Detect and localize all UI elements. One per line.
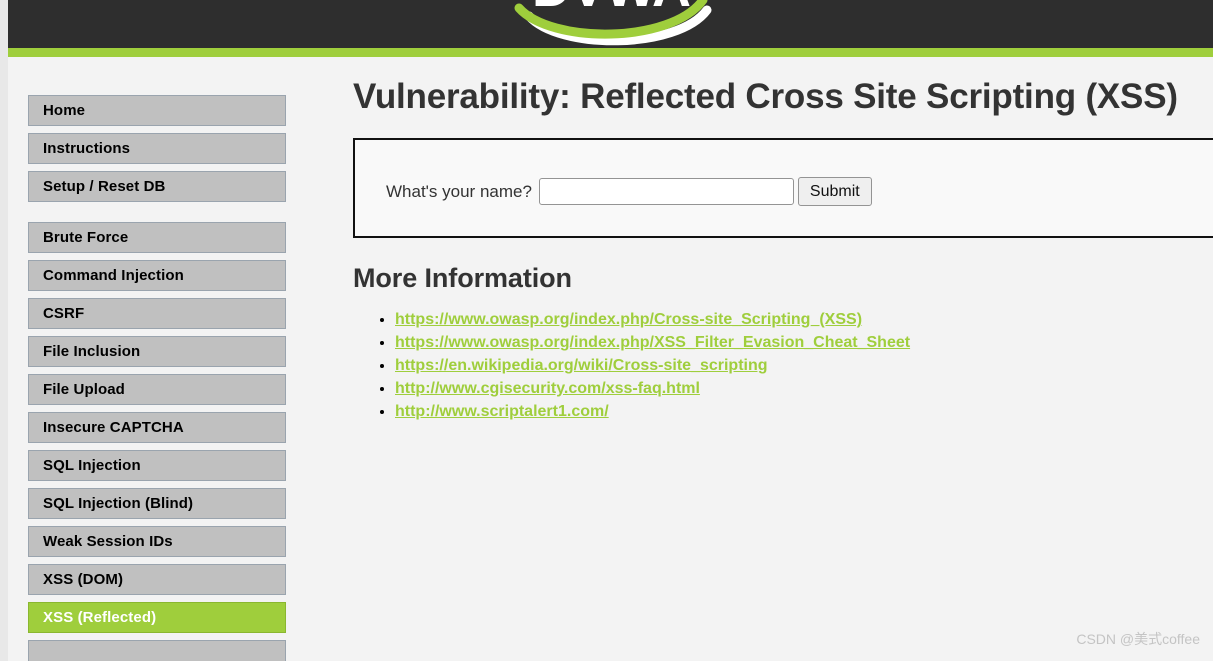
name-form-row: What's your name? Submit xyxy=(386,177,872,206)
sidebar-nav: Home Instructions Setup / Reset DB Brute… xyxy=(28,95,286,661)
page-root: DVWA Home Instructions Setup / Reset DB … xyxy=(0,0,1213,661)
info-link[interactable]: https://www.owasp.org/index.php/Cross-si… xyxy=(395,311,862,328)
list-item: https://www.owasp.org/index.php/Cross-si… xyxy=(395,311,1213,329)
sidebar-item-csrf[interactable]: CSRF xyxy=(28,298,286,329)
sidebar-item-sql-injection[interactable]: SQL Injection xyxy=(28,450,286,481)
sidebar-group-vulnerabilities: Brute Force Command Injection CSRF File … xyxy=(28,222,286,661)
more-information-links: https://www.owasp.org/index.php/Cross-si… xyxy=(353,311,1213,421)
more-information-heading: More Information xyxy=(353,263,572,293)
sidebar-item-brute-force[interactable]: Brute Force xyxy=(28,222,286,253)
sidebar-item-partial[interactable] xyxy=(28,640,286,661)
info-link[interactable]: http://www.cgisecurity.com/xss-faq.html xyxy=(395,380,700,397)
info-link[interactable]: https://en.wikipedia.org/wiki/Cross-site… xyxy=(395,357,768,374)
list-item: https://en.wikipedia.org/wiki/Cross-site… xyxy=(395,357,1213,375)
name-input[interactable] xyxy=(538,178,794,205)
info-link[interactable]: https://www.owasp.org/index.php/XSS_Filt… xyxy=(395,334,910,351)
sidebar-item-home[interactable]: Home xyxy=(28,95,286,126)
sidebar-item-xss-dom[interactable]: XSS (DOM) xyxy=(28,564,286,595)
info-link[interactable]: http://www.scriptalert1.com/ xyxy=(395,403,609,420)
accent-bar xyxy=(8,48,1213,57)
site-header: DVWA xyxy=(8,0,1213,48)
dvwa-logo: DVWA xyxy=(481,0,741,46)
sidebar-item-file-inclusion[interactable]: File Inclusion xyxy=(28,336,286,367)
sidebar-item-insecure-captcha[interactable]: Insecure CAPTCHA xyxy=(28,412,286,443)
sidebar-item-setup-reset-db[interactable]: Setup / Reset DB xyxy=(28,171,286,202)
page-title: Vulnerability: Reflected Cross Site Scri… xyxy=(353,77,1178,116)
name-field-label: What's your name? xyxy=(386,181,532,201)
sidebar-item-sql-injection-blind[interactable]: SQL Injection (Blind) xyxy=(28,488,286,519)
main-content: Vulnerability: Reflected Cross Site Scri… xyxy=(353,75,1213,426)
body-area: Home Instructions Setup / Reset DB Brute… xyxy=(8,57,1213,661)
vulnerability-form-box: What's your name? Submit xyxy=(353,138,1213,238)
sidebar-item-file-upload[interactable]: File Upload xyxy=(28,374,286,405)
watermark: CSDN @美式coffee xyxy=(1076,631,1200,647)
list-item: https://www.owasp.org/index.php/XSS_Filt… xyxy=(395,334,1213,352)
sidebar-group-main: Home Instructions Setup / Reset DB xyxy=(28,95,286,202)
svg-text:DVWA: DVWA xyxy=(532,0,690,18)
sidebar-item-xss-reflected[interactable]: XSS (Reflected) xyxy=(28,602,286,633)
submit-button[interactable]: Submit xyxy=(797,177,872,206)
list-item: http://www.cgisecurity.com/xss-faq.html xyxy=(395,380,1213,398)
sidebar-item-command-injection[interactable]: Command Injection xyxy=(28,260,286,291)
sidebar-item-weak-session-ids[interactable]: Weak Session IDs xyxy=(28,526,286,557)
list-item: http://www.scriptalert1.com/ xyxy=(395,403,1213,421)
sidebar-item-instructions[interactable]: Instructions xyxy=(28,133,286,164)
